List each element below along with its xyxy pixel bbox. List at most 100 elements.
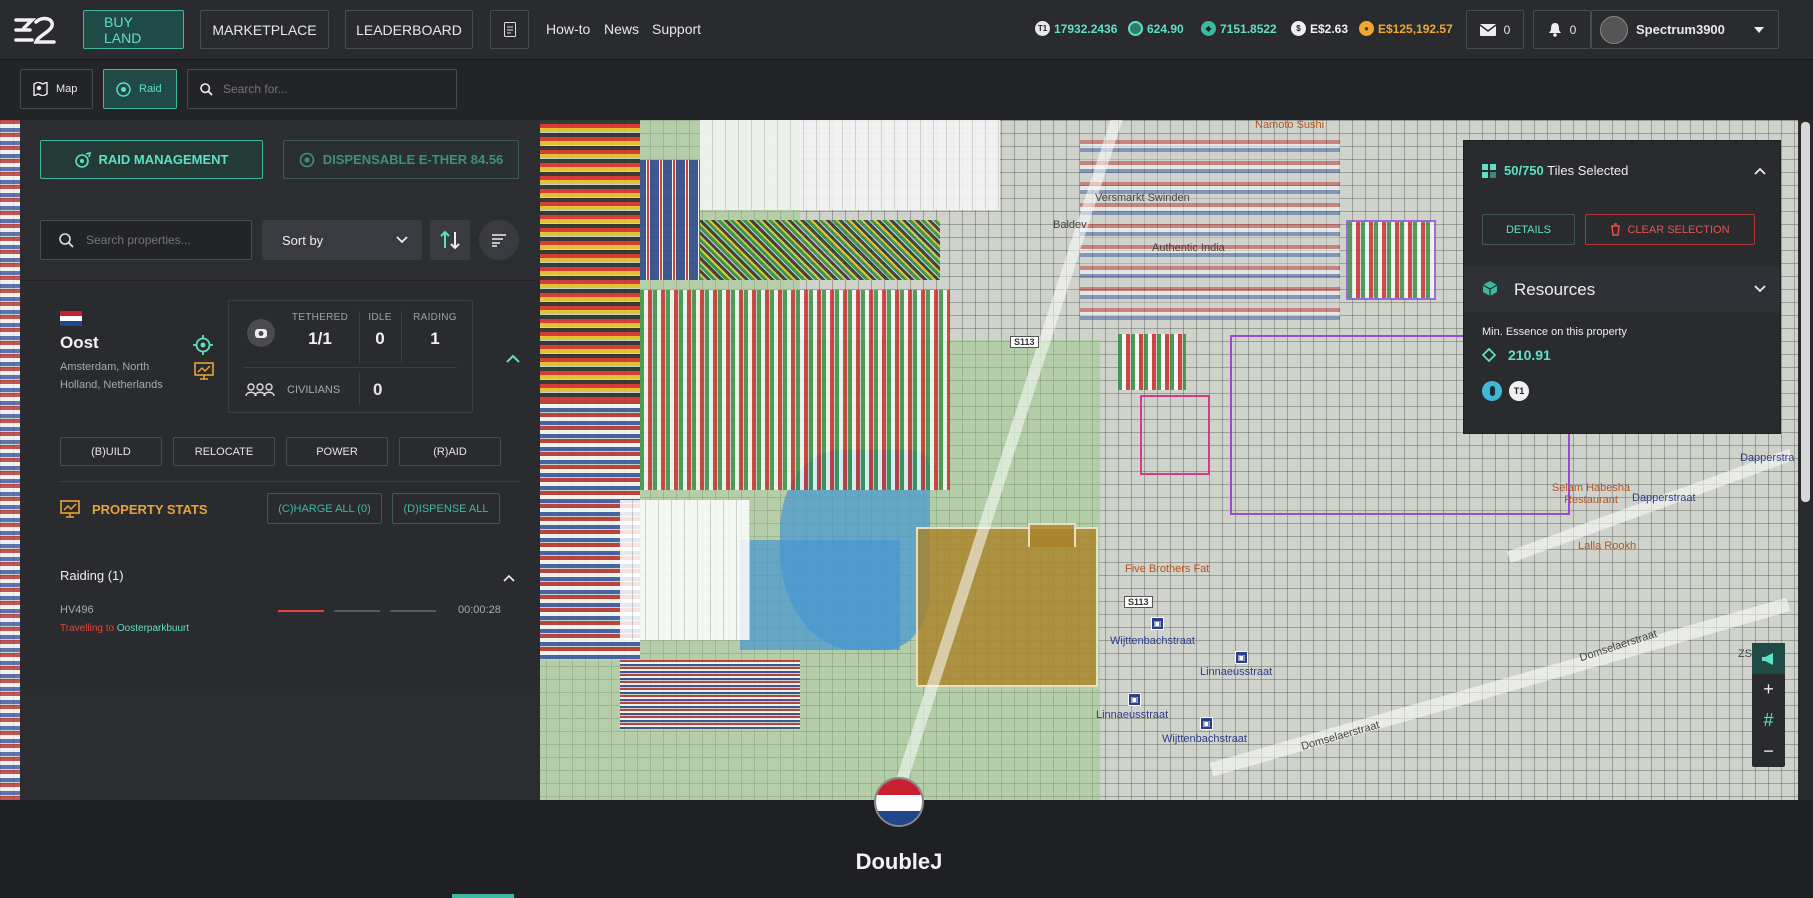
drone-icon [247, 319, 275, 347]
locate-icon[interactable] [193, 335, 213, 355]
property-search-input[interactable] [86, 233, 236, 247]
poi-label[interactable]: Baldev [1053, 219, 1087, 231]
tethered-stat: TETHERED 1/1 [291, 312, 349, 348]
raiding-stat: RAIDING 1 [413, 312, 457, 348]
sort-direction-button[interactable] [430, 220, 470, 260]
flag-tiles-germany [540, 120, 640, 400]
trash-icon [1611, 223, 1621, 236]
megaphone-button[interactable] [1752, 643, 1785, 674]
raid-shield-icon [1482, 381, 1502, 401]
civilians-label: CIVILIANS [287, 384, 341, 396]
t1-balance: T1 17932.2436 [1035, 21, 1117, 36]
tile-selection-panel: 50/750 Tiles Selected DETAILS CLEAR SELE… [1463, 140, 1781, 434]
filter-lines-icon [492, 234, 506, 247]
scrollbar-thumb[interactable] [1801, 122, 1810, 502]
pond [740, 540, 900, 650]
news-link[interactable]: News [604, 21, 639, 37]
raid-view-button[interactable]: Raid [103, 69, 177, 109]
road [1209, 597, 1791, 777]
gold-balance: ● E$125,192.57 [1359, 21, 1453, 36]
clear-selection-button[interactable]: CLEAR SELECTION [1585, 214, 1755, 245]
flag-tiles-netherlands [0, 120, 20, 800]
poi-label[interactable]: Authentic India [1152, 242, 1225, 254]
raid-unit-id: HV496 [60, 604, 94, 616]
property-card[interactable]: Oost Amsterdam, North Holland, Netherlan… [20, 280, 540, 690]
owner-footer: DoubleJ [0, 777, 1813, 898]
flag-tiles-italy [1346, 220, 1436, 300]
raid-icon [116, 81, 131, 97]
property-search[interactable] [40, 220, 252, 260]
filter-button[interactable] [479, 220, 519, 260]
poi-label[interactable]: Versmarkt Swinden [1095, 192, 1190, 204]
owner-name: DoubleJ [855, 849, 943, 874]
power-button[interactable]: POWER [286, 437, 388, 466]
dollar-balance: $ E$2.63 [1291, 21, 1348, 36]
property-stats-title: PROPERTY STATS [92, 502, 208, 517]
resources-header[interactable]: Resources [1464, 266, 1780, 312]
charge-all-button[interactable]: (C)HARGE ALL (0) [267, 493, 382, 524]
bell-icon [1548, 23, 1561, 37]
chevron-down-icon [1754, 26, 1764, 33]
poi-label[interactable]: Namoto Sushi [1255, 120, 1324, 131]
idle-stat: IDLE 0 [368, 312, 392, 348]
map-view-button[interactable]: Map [20, 69, 93, 109]
leaderboard-button[interactable]: LEADERBOARD [345, 10, 473, 49]
flag-tiles-italy [640, 290, 950, 490]
street-label: ZS [1738, 648, 1753, 660]
sort-by-dropdown[interactable]: Sort by [262, 220, 422, 260]
search-icon [59, 232, 74, 248]
essence-icon [1128, 21, 1143, 36]
grid-toggle-button[interactable]: # [1752, 705, 1785, 736]
app-logo[interactable] [14, 14, 56, 46]
raid-management-button[interactable]: RAID MANAGEMENT [40, 140, 263, 179]
chevron-down-icon [1754, 285, 1766, 293]
global-search[interactable] [187, 69, 457, 109]
details-button[interactable]: DETAILS [1482, 214, 1575, 245]
user-menu[interactable]: Spectrum3900 [1591, 10, 1779, 49]
chevron-up-icon[interactable] [1754, 167, 1766, 175]
build-button[interactable]: (B)UILD [60, 437, 162, 466]
docs-button[interactable] [490, 10, 529, 49]
raiding-section-header[interactable]: Raiding (1) [60, 568, 124, 583]
progress-segment [278, 610, 324, 612]
poi-label[interactable]: Selam Habesha Restaurant [1546, 482, 1636, 506]
monitor-chart-icon[interactable] [194, 362, 214, 380]
raid-destination-link[interactable]: Oosterparkbuurt [117, 623, 189, 634]
poi-label[interactable]: Lalla Rookh [1578, 540, 1636, 552]
mail-button[interactable]: 0 [1466, 10, 1524, 49]
flag-tiles-uk [640, 160, 700, 280]
transit-stop-icon[interactable]: ▣ [1235, 651, 1248, 664]
relocate-button[interactable]: RELOCATE [173, 437, 275, 466]
selected-region [1028, 523, 1076, 547]
tiles-grid-icon [1482, 164, 1496, 178]
ether-diamond-icon [1482, 348, 1496, 362]
global-search-input[interactable] [223, 82, 423, 96]
transit-stop-icon[interactable]: ▣ [1128, 693, 1141, 706]
notifications-button[interactable]: 0 [1533, 10, 1591, 49]
avatar [1600, 15, 1628, 44]
zoom-out-button[interactable]: − [1752, 736, 1785, 767]
raid-button[interactable]: (R)AID [399, 437, 501, 466]
buy-land-button[interactable]: BUY LAND [83, 10, 184, 49]
chevron-up-icon[interactable] [503, 574, 515, 582]
chevron-up-icon[interactable] [506, 354, 520, 364]
support-link[interactable]: Support [652, 21, 701, 37]
transit-stop-icon[interactable]: ▣ [1151, 617, 1164, 630]
dispensable-ether-button[interactable]: DISPENSABLE E-THER 84.56 [283, 140, 519, 179]
min-essence-value: 210.91 [1508, 347, 1551, 363]
poi-label[interactable]: Five Brothers Fat [1125, 563, 1209, 575]
plus-icon: + [1763, 679, 1774, 699]
street-label: Dapperstra [1740, 452, 1795, 464]
t1-icon: T1 [1035, 21, 1050, 36]
gold-coin-icon: ● [1359, 21, 1374, 36]
zoom-in-button[interactable]: + [1752, 674, 1785, 705]
unit-stats-box: TETHERED 1/1 IDLE 0 RAIDING 1 CIVILIANS … [228, 300, 473, 413]
road-sign: S113 [1010, 336, 1039, 348]
street-label: Wijttenbachstraat [1110, 635, 1195, 647]
how-to-link[interactable]: How-to [546, 21, 590, 37]
marketplace-button[interactable]: MARKETPLACE [200, 10, 329, 49]
progress-segment [390, 610, 436, 612]
dispense-all-button[interactable]: (D)ISPENSE ALL [392, 493, 500, 524]
ether-icon: ◆ [1201, 21, 1216, 36]
transit-stop-icon[interactable]: ▣ [1200, 717, 1213, 730]
